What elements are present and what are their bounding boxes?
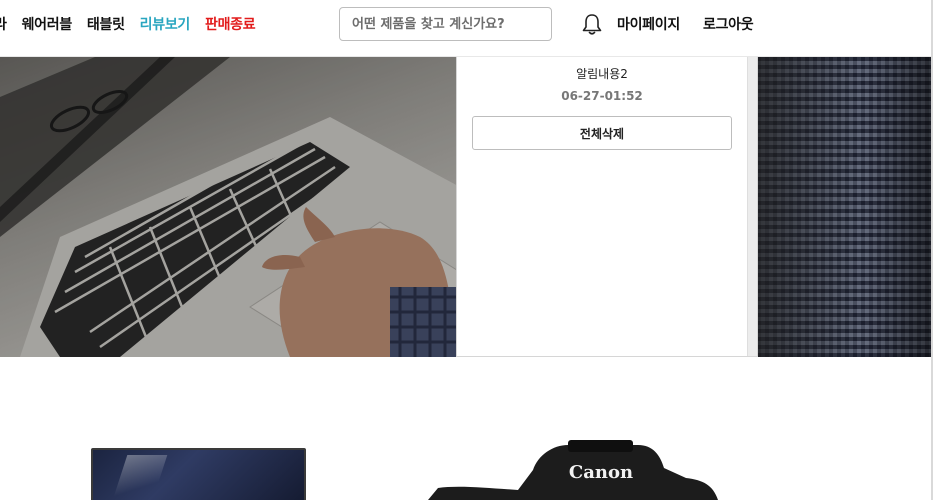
page: 라 웨어러블 태블릿 리뷰보기 판매종료 마이페이지 로그아웃: [0, 0, 933, 500]
bell-icon[interactable]: [581, 12, 603, 36]
category-nav: 라 웨어러블 태블릿 리뷰보기 판매종료: [0, 14, 270, 34]
nav-item-discontinued[interactable]: 판매종료: [205, 14, 256, 34]
laptop-keyboard-illustration: [0, 57, 461, 357]
notification-panel: 알림내용2 06-27-01:52 전체삭제: [456, 57, 758, 357]
hero-laptop-image: [0, 57, 461, 357]
nav-item-tablet[interactable]: 태블릿: [87, 14, 125, 34]
logout-link[interactable]: 로그아웃: [703, 14, 754, 34]
hero-shade: [757, 57, 933, 357]
mypage-link[interactable]: 마이페이지: [617, 14, 680, 34]
camera-brand-label: Canon: [569, 462, 633, 483]
top-header: 라 웨어러블 태블릿 리뷰보기 판매종료 마이페이지 로그아웃: [0, 0, 933, 57]
nav-item-wearable[interactable]: 웨어러블: [22, 14, 73, 34]
notification-title[interactable]: 알림내용2: [457, 65, 747, 82]
nav-item-partial[interactable]: 라: [0, 14, 7, 34]
product-camera-image[interactable]: Canon: [428, 440, 728, 500]
nav-item-reviews[interactable]: 리뷰보기: [140, 14, 191, 34]
notification-time: 06-27-01:52: [561, 89, 643, 103]
panel-scrollbar[interactable]: [747, 57, 757, 356]
delete-all-button[interactable]: 전체삭제: [472, 116, 732, 150]
search-input[interactable]: [339, 7, 552, 41]
